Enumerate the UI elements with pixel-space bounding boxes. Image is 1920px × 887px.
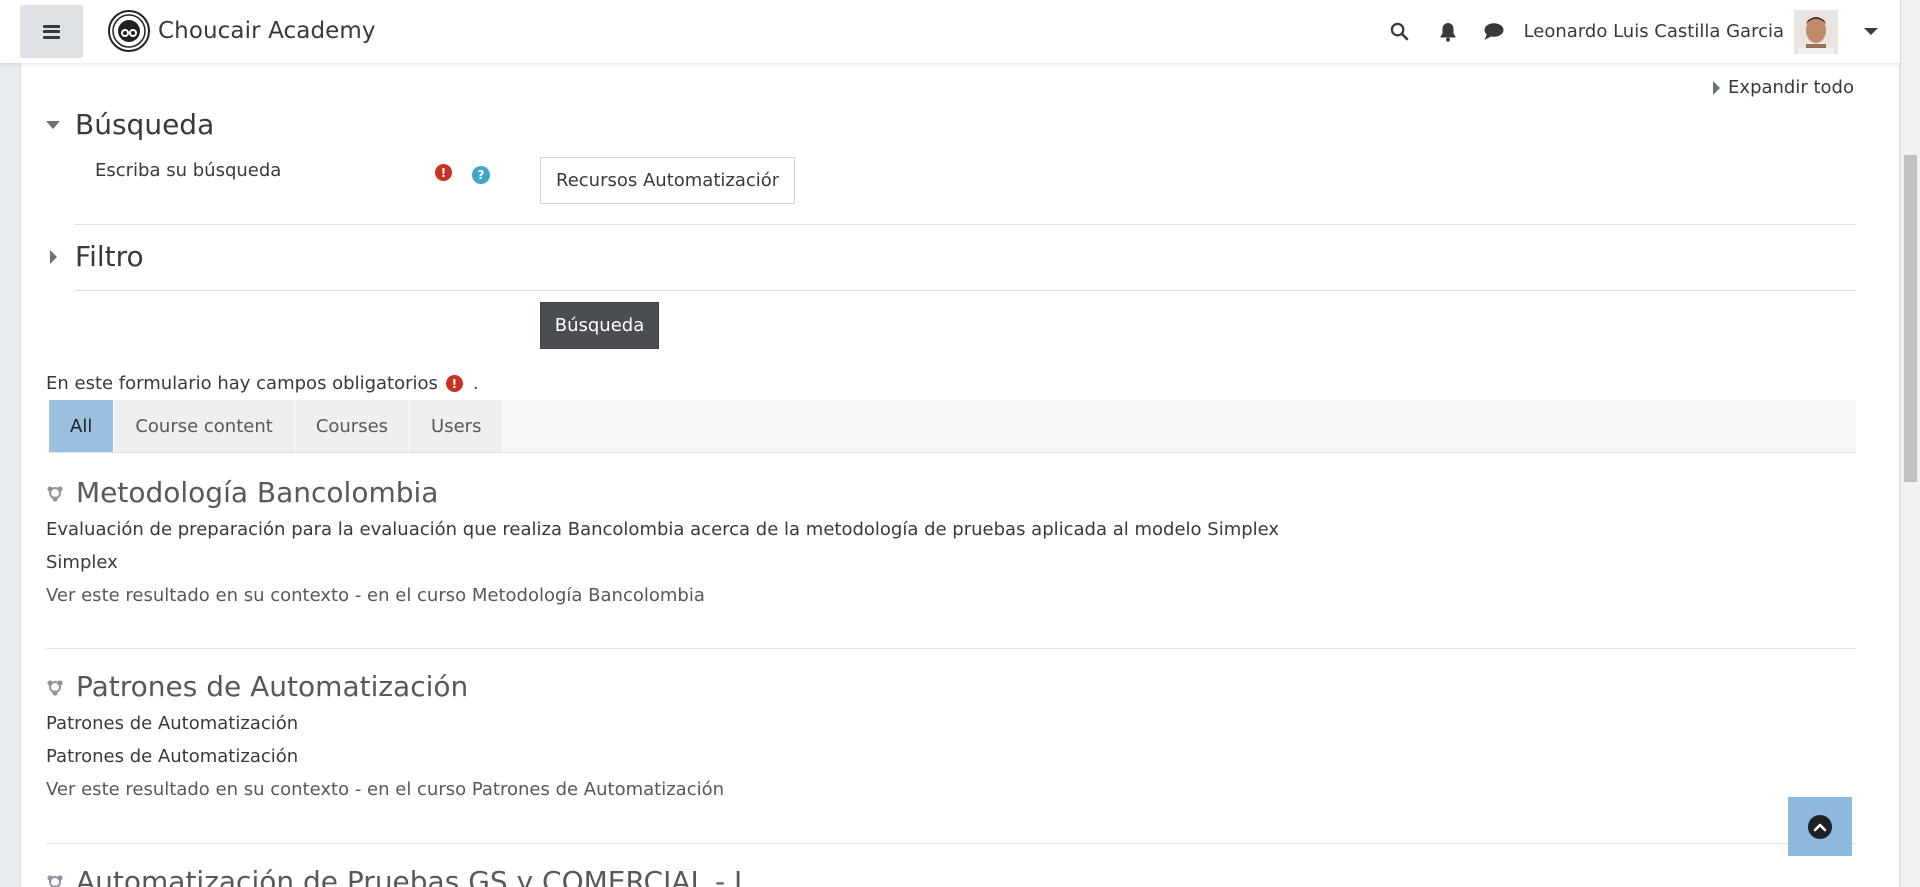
divider xyxy=(75,290,1856,291)
page-scrollbar[interactable] xyxy=(1900,0,1920,887)
result-context-link[interactable]: Ver este resultado en su contexto - en e… xyxy=(46,585,1279,606)
required-note-text: En este formulario hay campos obligatori… xyxy=(46,373,438,394)
tab-all[interactable]: All xyxy=(49,400,115,452)
result-title-link[interactable]: Metodología Bancolombia xyxy=(76,476,438,509)
divider xyxy=(46,648,1856,649)
scrollbar-thumb[interactable] xyxy=(1904,155,1917,482)
navbar-actions: Leonardo Luis Castilla Garcia xyxy=(1388,0,1900,63)
required-note-end: . xyxy=(472,373,479,394)
menu-toggle-button[interactable] xyxy=(20,5,83,58)
chevron-up-icon xyxy=(1808,814,1832,839)
chat-icon[interactable] xyxy=(1482,20,1506,44)
help-icon[interactable]: ? xyxy=(472,166,490,184)
tab-courses[interactable]: Courses xyxy=(294,400,411,452)
result-title-link[interactable]: Patrones de Automatización xyxy=(76,670,468,703)
result-description: Patrones de Automatización xyxy=(46,713,299,734)
divider xyxy=(75,224,1856,225)
search-result: Automatización de Pruebas GS y COMERCIAL… xyxy=(46,865,742,887)
result-title-link[interactable]: Automatización de Pruebas GS y COMERCIAL… xyxy=(76,865,742,887)
chevron-down-icon[interactable] xyxy=(1864,28,1878,35)
course-icon xyxy=(47,679,63,696)
expand-all-label: Expandir todo xyxy=(1728,77,1854,98)
caret-right-icon xyxy=(1713,80,1721,95)
search-field-label: Escriba su búsqueda xyxy=(95,160,282,181)
required-icon: ! xyxy=(435,164,452,181)
user-name[interactable]: Leonardo Luis Castilla Garcia xyxy=(1524,21,1784,42)
result-description: Simplex xyxy=(46,552,118,573)
course-icon xyxy=(47,485,63,502)
expand-all-link[interactable]: Expandir todo xyxy=(1713,77,1854,98)
result-context-link[interactable]: Ver este resultado en su contexto - en e… xyxy=(46,779,724,800)
brand-link[interactable]: Choucair Academy xyxy=(108,10,376,52)
search-section-toggle[interactable]: Búsqueda xyxy=(46,108,214,141)
menu-icon xyxy=(43,24,60,39)
back-to-top-button[interactable] xyxy=(1788,797,1852,856)
result-header: Patrones de Automatización xyxy=(46,670,724,703)
search-icon[interactable] xyxy=(1388,20,1412,44)
caret-right-icon xyxy=(50,249,57,264)
divider xyxy=(46,843,1856,844)
main-region: Expandir todo Búsqueda Escriba su búsque… xyxy=(20,63,1900,887)
course-icon xyxy=(47,874,63,887)
result-header: Automatización de Pruebas GS y COMERCIAL… xyxy=(46,865,742,887)
filter-section-title: Filtro xyxy=(75,240,144,273)
tab-users[interactable]: Users xyxy=(410,400,504,452)
search-result: Metodología Bancolombia Evaluación de pr… xyxy=(46,476,1279,606)
caret-down-icon xyxy=(46,120,60,129)
top-navbar: Choucair Academy Leonardo Luis Castilla … xyxy=(0,0,1900,63)
search-input[interactable] xyxy=(540,157,795,204)
result-description: Evaluación de preparación para la evalua… xyxy=(46,519,1280,540)
tab-course-content[interactable]: Course content xyxy=(114,400,295,452)
search-section-title: Búsqueda xyxy=(75,108,215,141)
result-header: Metodología Bancolombia xyxy=(46,476,1279,509)
bell-icon[interactable] xyxy=(1436,20,1460,44)
brand-name: Choucair Academy xyxy=(158,18,376,44)
search-submit-button[interactable]: Búsqueda xyxy=(540,302,659,349)
result-description: Patrones de Automatización xyxy=(46,746,299,767)
required-icon: ! xyxy=(445,375,463,392)
search-result: Patrones de Automatización Patrones de A… xyxy=(46,670,724,800)
avatar[interactable] xyxy=(1794,9,1838,54)
filter-section-toggle[interactable]: Filtro xyxy=(46,240,144,273)
search-area-tabs: All Course content Courses Users xyxy=(49,400,1856,453)
required-fields-note: En este formulario hay campos obligatori… xyxy=(46,373,479,394)
brand-logo xyxy=(108,10,150,52)
